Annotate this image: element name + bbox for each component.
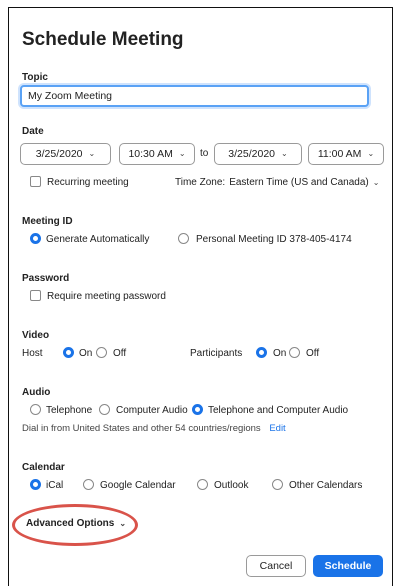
audio-telephone-radio[interactable] <box>30 404 41 415</box>
meeting-id-personal-label: Personal Meeting ID 378-405-4174 <box>196 234 352 245</box>
start-time-select[interactable]: 10:30 AM ⌄ <box>119 143 195 165</box>
calendar-ical-label: iCal <box>46 480 64 491</box>
host-video-on-radio[interactable] <box>63 347 74 358</box>
meeting-id-generate-label: Generate Automatically <box>46 234 150 245</box>
require-password-checkbox[interactable] <box>30 290 41 301</box>
calendar-other-radio[interactable] <box>272 479 283 490</box>
calendar-google-radio[interactable] <box>83 479 94 490</box>
recurring-label: Recurring meeting <box>47 177 129 188</box>
date-label: Date <box>22 126 44 137</box>
to-label: to <box>200 148 209 159</box>
cancel-button[interactable]: Cancel <box>246 555 306 577</box>
end-time-select[interactable]: 11:00 AM ⌄ <box>308 143 384 165</box>
end-date-value: 3/25/2020 <box>228 148 275 160</box>
meeting-id-generate-radio[interactable] <box>30 233 41 244</box>
recurring-checkbox[interactable] <box>30 176 41 187</box>
audio-computer-label: Computer Audio <box>116 405 188 416</box>
end-date-select[interactable]: 3/25/2020 ⌄ <box>214 143 302 165</box>
chevron-down-icon: ⌄ <box>372 177 380 187</box>
participants-video-off-label: Off <box>306 348 320 359</box>
advanced-options-toggle[interactable]: Advanced Options ⌄ <box>26 518 126 529</box>
meeting-id-label: Meeting ID <box>22 216 73 227</box>
chevron-down-icon: ⌄ <box>119 518 127 528</box>
audio-telephone-label: Telephone <box>46 405 93 416</box>
topic-input[interactable] <box>20 85 369 107</box>
participants-video-on-label: On <box>273 348 287 359</box>
end-time-value: 11:00 AM <box>317 148 362 160</box>
video-label: Video <box>22 330 50 341</box>
calendar-outlook-radio[interactable] <box>197 479 208 490</box>
dial-in-info: Dial in from United States and other 54 … <box>22 423 286 434</box>
host-video-on-label: On <box>79 348 93 359</box>
calendar-label: Calendar <box>22 462 65 473</box>
participants-video-on-radio[interactable] <box>256 347 267 358</box>
password-label: Password <box>22 273 70 284</box>
schedule-button[interactable]: Schedule <box>313 555 383 577</box>
dial-in-text: Dial in from United States and other 54 … <box>22 423 261 434</box>
participants-label: Participants <box>190 348 243 359</box>
timezone-value: Eastern Time (US and Canada) <box>229 177 369 188</box>
audio-computer-radio[interactable] <box>99 404 110 415</box>
start-date-select[interactable]: 3/25/2020 ⌄ <box>20 143 111 165</box>
host-label: Host <box>22 348 43 359</box>
audio-both-radio[interactable] <box>192 404 203 415</box>
topic-label: Topic <box>22 72 48 83</box>
advanced-options-label: Advanced Options <box>26 518 115 529</box>
meeting-id-personal-radio[interactable] <box>178 233 189 244</box>
timezone-select[interactable]: Time Zone: Eastern Time (US and Canada) … <box>175 177 379 188</box>
audio-label: Audio <box>22 387 51 398</box>
participants-video-off-radio[interactable] <box>289 347 300 358</box>
calendar-outlook-label: Outlook <box>214 480 249 491</box>
chevron-down-icon: ⌄ <box>88 149 96 158</box>
require-password-label: Require meeting password <box>47 291 166 302</box>
host-video-off-radio[interactable] <box>96 347 107 358</box>
chevron-down-icon: ⌄ <box>281 149 288 158</box>
calendar-other-label: Other Calendars <box>289 480 363 491</box>
audio-both-label: Telephone and Computer Audio <box>208 405 349 416</box>
edit-dial-in-link[interactable]: Edit <box>269 423 285 434</box>
host-video-off-label: Off <box>113 348 127 359</box>
calendar-ical-radio[interactable] <box>30 479 41 490</box>
calendar-google-label: Google Calendar <box>100 480 176 491</box>
page-title: Schedule Meeting <box>22 29 184 50</box>
start-date-value: 3/25/2020 <box>35 148 83 160</box>
chevron-down-icon: ⌄ <box>367 149 375 158</box>
start-time-value: 10:30 AM <box>128 148 173 160</box>
chevron-down-icon: ⌄ <box>178 149 186 158</box>
timezone-label: Time Zone: <box>175 177 226 188</box>
